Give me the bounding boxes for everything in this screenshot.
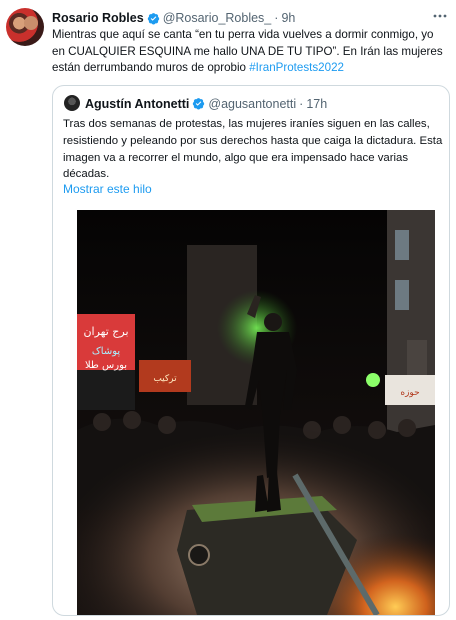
tweet-text-body: Mientras que aquí se canta “en tu perra … bbox=[52, 28, 443, 74]
quoted-tweet-time[interactable]: 17h bbox=[306, 97, 327, 111]
verified-badge-icon bbox=[193, 98, 205, 110]
quoted-author-avatar[interactable] bbox=[64, 95, 80, 111]
shop-sign-2: پوشاک bbox=[92, 346, 121, 357]
author-name[interactable]: Rosario Robles bbox=[52, 11, 144, 25]
tweet[interactable]: Rosario Robles @Rosario_Robles_ · 9h Mie… bbox=[0, 0, 456, 620]
author-handle[interactable]: @Rosario_Robles_ bbox=[163, 11, 272, 25]
tweet-text: Mientras que aquí se canta “en tu perra … bbox=[52, 27, 448, 77]
verified-badge-icon bbox=[147, 12, 159, 24]
show-thread-link[interactable]: Mostrar este hilo bbox=[63, 182, 152, 196]
shop-sign-3: بورس طلا bbox=[85, 360, 127, 371]
shop-sign-1: برج تهران bbox=[83, 325, 128, 338]
separator-dot: · bbox=[274, 11, 279, 25]
protest-photo-illustration: برج تهران پوشاک بورس طلا ترکیب حوزه bbox=[77, 210, 435, 615]
tweet-header: Rosario Robles @Rosario_Robles_ · 9h bbox=[52, 9, 295, 27]
author-avatar[interactable] bbox=[6, 8, 44, 46]
protest-photo[interactable]: برج تهران پوشاک بورس طلا ترکیب حوزه bbox=[77, 210, 435, 615]
quoted-tweet-header: Agustín Antonetti @agusantonetti · 17h bbox=[85, 95, 327, 112]
quoted-author-handle[interactable]: @agusantonetti bbox=[208, 97, 296, 111]
quoted-tweet[interactable]: Agustín Antonetti @agusantonetti · 17h T… bbox=[52, 85, 450, 616]
more-horizontal-icon[interactable] bbox=[432, 8, 448, 24]
separator-dot: · bbox=[299, 96, 304, 111]
tweet-time[interactable]: 9h bbox=[281, 11, 295, 25]
quoted-tweet-text: Tras dos semanas de protestas, las mujer… bbox=[63, 118, 443, 181]
shop-sign-4: ترکیب bbox=[153, 374, 177, 384]
quoted-author-name[interactable]: Agustín Antonetti bbox=[85, 97, 189, 111]
hashtag-link[interactable]: #IranProtests2022 bbox=[249, 61, 344, 74]
